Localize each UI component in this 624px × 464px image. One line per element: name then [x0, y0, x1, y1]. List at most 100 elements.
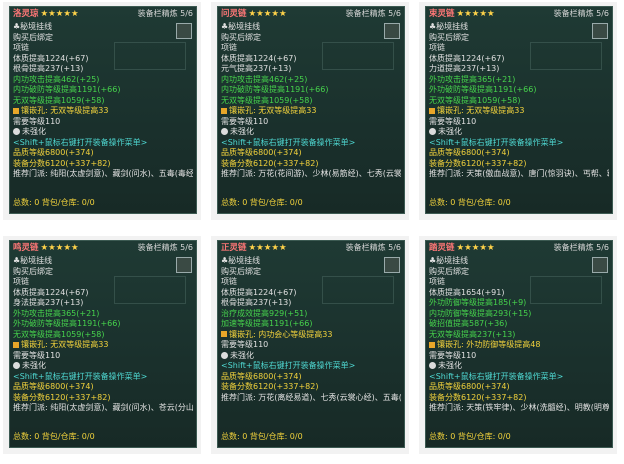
tooltip-line: 外功破防等级提高1191(+66)	[13, 319, 193, 330]
item-card-1: 洛灵琼 ★★★★★ 装备栏精炼 5/6 ♣秘境挂线 购买后绑定 项链 体质提高1224(+6…	[3, 2, 201, 220]
tooltip-line: 品质等级6800(+374)	[221, 372, 401, 383]
tooltip-body: ♣秘境挂线 购买后绑定 项链 体质提高1224(+67) 元气提高237(+13) 内功攻…	[221, 22, 401, 180]
tooltip-header: 鸣灵链 ★★★★★ 装备栏精炼 5/6	[13, 243, 193, 255]
item-tooltip: 洛灵琼 ★★★★★ 装备栏精炼 5/6 ♣秘境挂线 购买后绑定 项链 体质提高1224(+6…	[9, 6, 197, 214]
item-name: 正灵链 ★★★★★	[221, 243, 287, 254]
stock-count: 总数: 0 背包/仓库: 0/0	[429, 432, 511, 441]
tooltip-line-text: 镶嵌孔: 内功会心等级提高33	[229, 329, 333, 339]
gem-slot-icon	[221, 331, 227, 337]
tooltip-line-text: ♣秘境挂线	[429, 256, 469, 265]
tooltip-line: 未强化	[429, 361, 609, 372]
tooltip-line: 内功攻击提高462(+25)	[13, 75, 193, 86]
tooltip-body: ♣秘境挂线 购买后绑定 项链 体质提高1654(+91) 外功防御等级提高185(+9)…	[429, 256, 609, 414]
tooltip-body: ♣秘境挂线 购买后绑定 项链 体质提高1224(+67) 力道提高237(+13) 外功攻…	[429, 22, 609, 180]
tooltip-line-text: <Shift+鼠标右键打开装备操作菜单>	[221, 137, 356, 147]
tooltip-line-text: 身法提高237(+13)	[13, 298, 84, 307]
item-tooltip: 束灵链 ★★★★★ 装备栏精炼 5/6 ♣秘境挂线 购买后绑定 项链 体质提高1224(+6…	[425, 6, 613, 214]
tooltip-line: 项链	[221, 43, 401, 54]
tooltip-line-text: 购买后绑定	[221, 32, 261, 42]
tooltip-line: 内功破防等级提高1191(+66)	[221, 85, 401, 96]
tooltip-line: 根骨提高237(+13)	[13, 64, 193, 75]
tooltip-line: <Shift+鼠标右键打开装备操作菜单>	[221, 361, 401, 372]
tooltip-line: 身法提高237(+13)	[13, 298, 193, 309]
tooltip-line-text: 品质等级6800(+374)	[13, 382, 94, 391]
tooltip-line-text: 推荐门派: 万花(花间游)、少林(易筋经)、七秀(云裳心经)、唐门(天罗诡道)、…	[221, 169, 401, 178]
tooltip-line: 镶嵌孔: 无双等级提高33	[221, 106, 401, 117]
tooltip-footer: 总数: 0 背包/仓库: 0/0	[429, 432, 609, 444]
tooltip-line: <Shift+鼠标右键打开装备操作菜单>	[429, 372, 609, 383]
item-tooltip: 鸣灵链 ★★★★★ 装备栏精炼 5/6 ♣秘境挂线 购买后绑定 项链 体质提高1224(+6…	[9, 240, 197, 448]
tooltip-body: ♣秘境挂线 购买后绑定 项链 体质提高1224(+67) 身法提高237(+13) 外功攻…	[13, 256, 193, 414]
tooltip-line: 需要等级110	[221, 117, 401, 128]
tooltip-line-text: 需要等级110	[221, 340, 269, 349]
tooltip-line-text: 推荐门派: 天策(傲血战意)、唐门(惊羽诀)、丐帮、霸刀	[429, 169, 609, 178]
tooltip-line-text: 无双等级提高237(+13)	[429, 329, 516, 339]
tooltip-footer: 总数: 0 背包/仓库: 0/0	[13, 198, 193, 210]
item-name: 问灵链 ★★★★★	[221, 9, 287, 20]
tooltip-header: 洛灵琼 ★★★★★ 装备栏精炼 5/6	[13, 9, 193, 21]
tooltip-line-text: 镶嵌孔: 无双等级提高33	[21, 106, 109, 115]
gem-slot-icon	[429, 107, 435, 114]
item-tooltip: 正灵链 ★★★★★ 装备栏精炼 5/6 ♣秘境挂线 购买后绑定 项链 体质提高1224(+6…	[217, 240, 405, 448]
tooltip-line: 无双等级提高1059(+58)	[221, 96, 401, 107]
tooltip-line-text: 购买后绑定	[429, 32, 469, 42]
tooltip-line-text: 品质等级6800(+374)	[221, 148, 302, 157]
tooltip-line: 体质提高1224(+67)	[429, 54, 609, 65]
stock-count: 总数: 0 背包/仓库: 0/0	[13, 432, 95, 441]
tooltip-line: 购买后绑定	[221, 267, 401, 278]
tooltip-line-text: 无双等级提高1059(+58)	[429, 95, 521, 105]
tooltip-line-text: 体质提高1224(+67)	[13, 53, 89, 63]
tooltip-line: 品质等级6800(+374)	[429, 148, 609, 159]
tooltip-line-text: 内功防御等级提高293(+15)	[429, 308, 532, 318]
tooltip-line: 未强化	[221, 351, 401, 362]
tooltip-line: 镶嵌孔: 内功会心等级提高33	[221, 330, 401, 341]
tooltip-line-text: 品质等级6800(+374)	[221, 371, 302, 381]
item-name-text: 束灵链	[429, 9, 455, 19]
stock-count: 总数: 0 背包/仓库: 0/0	[429, 198, 511, 207]
tooltip-line-text: 根骨提高237(+13)	[221, 298, 292, 307]
tooltip-line-text: 需要等级110	[429, 350, 477, 360]
tooltip-line-text: 无双等级提高1059(+58)	[221, 95, 313, 105]
item-tooltip: 踏灵链 ★★★★★ 装备栏精炼 5/6 ♣秘境挂线 购买后绑定 项链 体质提高1654(+9…	[425, 240, 613, 448]
enhance-icon	[221, 128, 228, 135]
tooltip-line: 推荐门派: 万花(花间游)、少林(易筋经)、七秀(云裳心经)、唐门(天罗诡道)、…	[221, 169, 401, 180]
tooltip-line: 购买后绑定	[13, 267, 193, 278]
stock-count: 总数: 0 背包/仓库: 0/0	[221, 198, 303, 207]
tooltip-line-text: 镶嵌孔: 无双等级提高33	[437, 106, 525, 115]
refine-rank: 装备栏精炼 5/6	[553, 243, 609, 252]
tooltip-line-text: 装备分数6120(+337+82)	[13, 392, 111, 402]
tooltip-line-text: 需要等级110	[429, 116, 477, 126]
enhance-icon	[429, 362, 436, 369]
tooltip-line-text: 内功攻击提高462(+25)	[221, 74, 308, 84]
tooltip-line: ♣秘境挂线	[429, 22, 609, 33]
tooltip-line: 镶嵌孔: 无双等级提高33	[13, 106, 193, 117]
tooltip-line-text: 元气提高237(+13)	[221, 64, 292, 73]
tooltip-line: 外功攻击提高365(+21)	[429, 75, 609, 86]
tooltip-line: 根骨提高237(+13)	[221, 298, 401, 309]
tooltip-line: 项链	[13, 43, 193, 54]
tooltip-line-text: 装备分数6120(+337+82)	[221, 158, 319, 168]
stock-count: 总数: 0 背包/仓库: 0/0	[13, 198, 95, 207]
tooltip-line-text: 推荐门派: 天策(铁牢律)、少林(洗髓经)、明教(明尊琉璃体)、苍云(铁骨衣)	[429, 403, 609, 412]
tooltip-line-text: ♣秘境挂线	[13, 256, 53, 265]
item-card-4: 鸣灵链 ★★★★★ 装备栏精炼 5/6 ♣秘境挂线 购买后绑定 项链 体质提高1224(+6…	[3, 236, 201, 454]
tooltip-line-text: 装备分数6120(+337+82)	[429, 392, 527, 402]
tooltip-line: <Shift+鼠标右键打开装备操作菜单>	[13, 138, 193, 149]
tooltip-line: 装备分数6120(+337+82)	[13, 159, 193, 170]
tooltip-line-text: 购买后绑定	[13, 266, 53, 276]
tooltip-line: 无双等级提高1059(+58)	[13, 330, 193, 341]
tooltip-line-text: 治疗成效提高929(+51)	[221, 308, 308, 318]
tooltip-line-text: <Shift+鼠标右键打开装备操作菜单>	[221, 361, 356, 370]
tooltip-line-text: 品质等级6800(+374)	[429, 148, 510, 157]
tooltip-line-text: 破招值提高587(+36)	[429, 319, 508, 328]
quality-stars: ★★★★★	[248, 9, 287, 19]
item-card-6: 踏灵链 ★★★★★ 装备栏精炼 5/6 ♣秘境挂线 购买后绑定 项链 体质提高1654(+9…	[419, 236, 617, 454]
tooltip-line: 体质提高1224(+67)	[13, 54, 193, 65]
tooltip-line: 项链	[429, 43, 609, 54]
tooltip-line-text: 装备分数6120(+337+82)	[221, 382, 319, 391]
tooltip-line-text: 内功攻击提高462(+25)	[13, 74, 100, 84]
tooltip-line: 未强化	[429, 127, 609, 138]
tooltip-line-text: 品质等级6800(+374)	[13, 148, 94, 157]
gem-slot-icon	[13, 107, 19, 114]
tooltip-line-text: 项链	[429, 277, 445, 286]
